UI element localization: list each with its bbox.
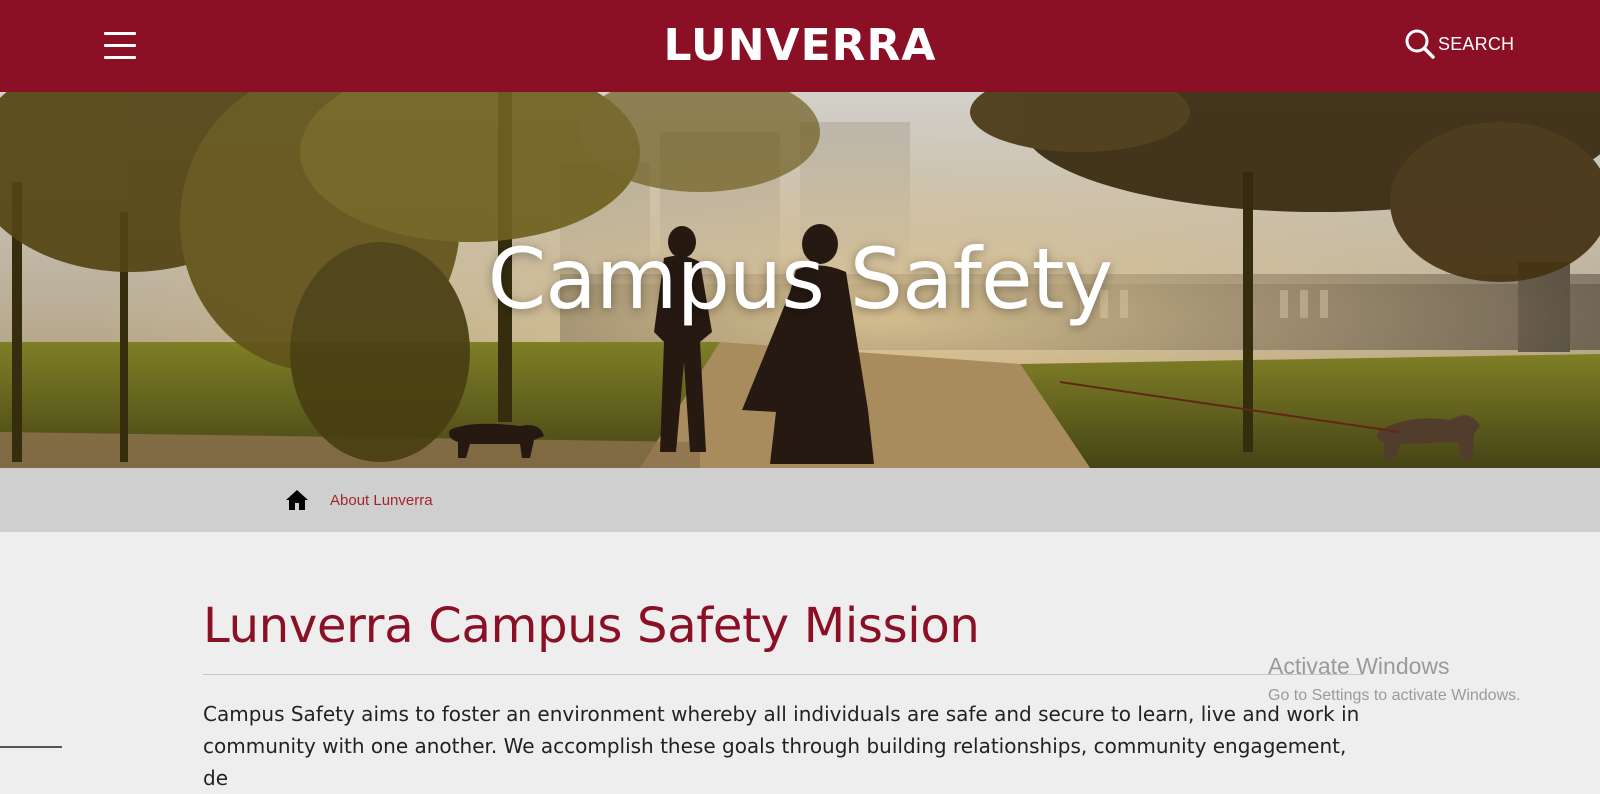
logo-wrap: LUNVERRA bbox=[0, 20, 1600, 71]
breadcrumb-link-about[interactable]: About Lunverra bbox=[330, 492, 433, 509]
search-label: SEARCH bbox=[1438, 33, 1515, 54]
search-button[interactable]: SEARCH bbox=[1404, 28, 1514, 60]
site-header: LUNVERRA SEARCH bbox=[0, 0, 1600, 92]
watermark-subtitle: Go to Settings to activate Windows. bbox=[1268, 687, 1521, 704]
heading-divider bbox=[203, 674, 1363, 675]
home-icon[interactable] bbox=[285, 489, 309, 511]
breadcrumb: About Lunverra bbox=[0, 468, 1600, 532]
mission-paragraph: Campus Safety aims to foster an environm… bbox=[203, 702, 1360, 790]
hero-banner: Campus Safety bbox=[0, 92, 1600, 468]
hero-title: Campus Safety bbox=[487, 230, 1114, 328]
magnifier-icon bbox=[1405, 29, 1435, 59]
site-logo[interactable]: LUNVERRA bbox=[664, 20, 937, 71]
page-heading: Lunverra Campus Safety Mission bbox=[203, 598, 980, 654]
watermark-title: Activate Windows bbox=[1268, 653, 1450, 679]
activate-windows-watermark: Activate Windows Go to Settings to activ… bbox=[1268, 652, 1521, 707]
